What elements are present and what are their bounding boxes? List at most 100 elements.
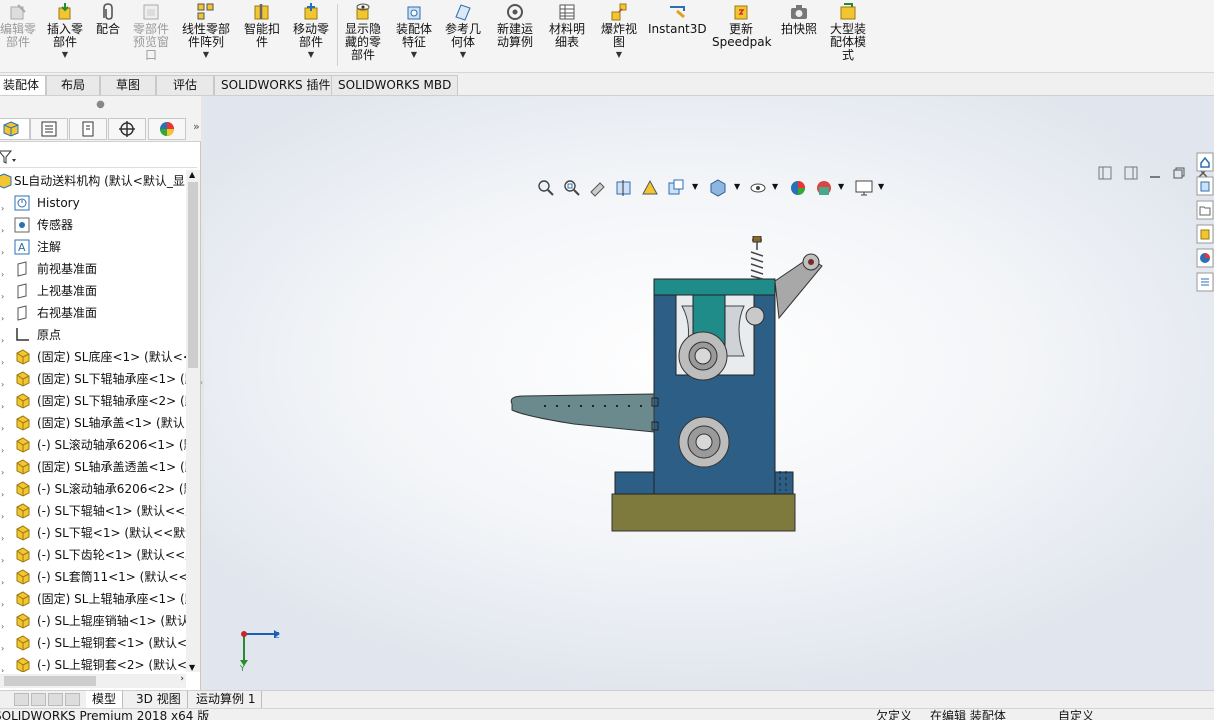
- previous-view-icon[interactable]: [588, 178, 608, 198]
- expand-arrow-icon[interactable]: ›: [1, 506, 4, 522]
- tree-item[interactable]: › 前视基准面: [0, 258, 186, 280]
- expand-arrow-icon[interactable]: ›: [1, 264, 4, 280]
- bill-of-materials-button[interactable]: 材料明 细表: [544, 0, 590, 70]
- expand-arrow-icon[interactable]: ›: [1, 572, 4, 588]
- expand-arrow-icon[interactable]: ›: [1, 418, 4, 434]
- tree-item[interactable]: › (固定) SL下辊轴承座<1> (默: [0, 368, 186, 390]
- solidworks-resources-icon[interactable]: [1196, 152, 1214, 172]
- apply-scene-icon[interactable]: [814, 178, 834, 198]
- restore-icon[interactable]: [1172, 166, 1186, 180]
- dynamic-annotation-icon[interactable]: [640, 178, 660, 198]
- minimize-icon[interactable]: [1148, 166, 1162, 180]
- tab-solidworks-mbd[interactable]: SOLIDWORKS MBD: [331, 75, 459, 95]
- scroll-down-icon[interactable]: ▼: [189, 663, 195, 672]
- tree-item[interactable]: › 传感器: [0, 214, 186, 236]
- expand-arrow-icon[interactable]: ›: [1, 374, 4, 390]
- tree-item[interactable]: › (固定) SL下辊轴承座<2> (默: [0, 390, 186, 412]
- expand-arrow-icon[interactable]: ›: [1, 352, 4, 368]
- expand-arrow-icon[interactable]: ›: [1, 550, 4, 566]
- tree-filter[interactable]: [0, 146, 197, 168]
- model-top-cover[interactable]: [653, 278, 776, 296]
- chevron-down-icon[interactable]: ▼: [692, 182, 698, 191]
- feature-manager-tab[interactable]: [0, 118, 30, 140]
- component-preview-window-button[interactable]: 零部件 预览窗 口: [128, 0, 174, 70]
- design-library-icon[interactable]: [1196, 176, 1214, 196]
- tab-layout[interactable]: 布局: [46, 75, 100, 95]
- scroll-up-icon[interactable]: ▲: [189, 170, 195, 179]
- move-component-button[interactable]: 移动零 部件 ▼: [288, 0, 334, 70]
- scroll-right-icon[interactable]: ›: [180, 674, 184, 684]
- first-tab-icon[interactable]: [14, 693, 29, 706]
- dimxpert-manager-tab[interactable]: [108, 118, 146, 140]
- tree-item[interactable]: › (-) SL滚动轴承6206<1> (默: [0, 434, 186, 456]
- tree-item[interactable]: › (-) SL套筒11<1> (默认<<默: [0, 566, 186, 588]
- tab-evaluate[interactable]: 评估: [156, 75, 214, 95]
- tree-horizontal-scrollbar[interactable]: ›: [0, 674, 186, 688]
- tree-item[interactable]: › (固定) SL底座<1> (默认<<: [0, 346, 186, 368]
- chevron-down-icon[interactable]: ▼: [838, 182, 844, 191]
- expand-arrow-icon[interactable]: ›: [1, 220, 4, 236]
- model-base-plate[interactable]: [611, 493, 796, 532]
- tile-right-icon[interactable]: [1124, 166, 1138, 180]
- model-spring[interactable]: [750, 239, 764, 280]
- insert-component-button[interactable]: 插入零 部件 ▼: [42, 0, 88, 70]
- last-tab-icon[interactable]: [65, 693, 80, 706]
- next-tab-icon[interactable]: [48, 693, 63, 706]
- tab-solidworks-addins[interactable]: SOLIDWORKS 插件: [214, 75, 338, 95]
- tab-assembly[interactable]: 装配体: [0, 75, 47, 95]
- chevron-down-icon[interactable]: ▼: [440, 50, 486, 59]
- hide-show-items-icon[interactable]: [748, 178, 768, 198]
- expand-arrow-icon[interactable]: ›: [1, 242, 4, 258]
- tree-item[interactable]: › (-) SL上辊座销轴<1> (默认: [0, 610, 186, 632]
- section-view-icon[interactable]: [614, 178, 634, 198]
- expand-arrow-icon[interactable]: ›: [1, 660, 4, 672]
- tree-item[interactable]: › (固定) SL上辊轴承座<1> (默: [0, 588, 186, 610]
- tree-item[interactable]: › A 注解: [0, 236, 186, 258]
- tree-item[interactable]: › 右视基准面: [0, 302, 186, 324]
- chevron-down-icon[interactable]: ▼: [178, 50, 234, 59]
- mate-button[interactable]: 配合: [92, 0, 124, 70]
- smart-fasteners-button[interactable]: 智能扣 件: [240, 0, 284, 70]
- tree-item[interactable]: › (-) SL滚动轴承6206<2> (默: [0, 478, 186, 500]
- model-feed-chute[interactable]: [510, 393, 655, 433]
- view-orientation-icon[interactable]: [666, 178, 686, 198]
- expand-arrow-icon[interactable]: ›: [1, 440, 4, 456]
- chevron-down-icon[interactable]: ▼: [288, 50, 334, 59]
- reference-geometry-button[interactable]: 参考几 何体 ▼: [440, 0, 486, 70]
- tab-3d-view[interactable]: 3D 视图: [130, 691, 188, 708]
- display-manager-tab[interactable]: [148, 118, 186, 140]
- chevron-down-icon[interactable]: ▼: [596, 50, 642, 59]
- take-snapshot-button[interactable]: 拍快照: [776, 0, 822, 70]
- update-speedpak-button[interactable]: 更新 Speedpak: [712, 0, 772, 70]
- file-explorer-icon[interactable]: [1196, 200, 1214, 220]
- tree-root-assembly[interactable]: SL自动送料机构 (默认<默认_显: [0, 170, 186, 192]
- expand-arrow-icon[interactable]: ›: [1, 396, 4, 412]
- previous-tab-icon[interactable]: [31, 693, 46, 706]
- large-assembly-mode-button[interactable]: 大型装 配体模 式: [826, 0, 870, 70]
- tree-item[interactable]: › (-) SL下齿轮<1> (默认<<默: [0, 544, 186, 566]
- collapse-panel-icon[interactable]: ‹: [200, 378, 203, 387]
- tree-item[interactable]: › (-) SL下辊轴<1> (默认<<默: [0, 500, 186, 522]
- expand-arrow-icon[interactable]: ›: [1, 286, 4, 302]
- expand-arrow-icon[interactable]: ›: [1, 330, 4, 346]
- expand-arrow-icon[interactable]: ›: [1, 198, 4, 214]
- assembly-model-front-view[interactable]: [504, 236, 834, 536]
- tree-item[interactable]: › History: [0, 192, 186, 214]
- tab-model[interactable]: 模型: [86, 691, 124, 708]
- chevron-down-icon[interactable]: ▼: [772, 182, 778, 191]
- tree-item[interactable]: › (-) SL上辊铜套<2> (默认<<: [0, 654, 186, 672]
- tree-item[interactable]: › 上视基准面: [0, 280, 186, 302]
- scroll-thumb[interactable]: [4, 676, 96, 686]
- instant3d-button[interactable]: Instant3D: [648, 0, 707, 70]
- tree-item[interactable]: › (固定) SL轴承盖<1> (默认<: [0, 412, 186, 434]
- zoom-to-area-icon[interactable]: [562, 178, 582, 198]
- zoom-to-fit-icon[interactable]: [536, 178, 556, 198]
- tree-item[interactable]: › (固定) SL轴承盖透盖<1> (默: [0, 456, 186, 478]
- linear-component-pattern-button[interactable]: 线性零部 件阵列 ▼: [178, 0, 234, 70]
- configuration-manager-tab[interactable]: [69, 118, 107, 140]
- tree-item[interactable]: › (-) SL上辊铜套<1> (默认<<: [0, 632, 186, 654]
- edit-appearance-icon[interactable]: [788, 178, 808, 198]
- display-style-icon[interactable]: [708, 178, 728, 198]
- tile-left-icon[interactable]: [1098, 166, 1112, 180]
- expand-arrow-icon[interactable]: ›: [1, 462, 4, 478]
